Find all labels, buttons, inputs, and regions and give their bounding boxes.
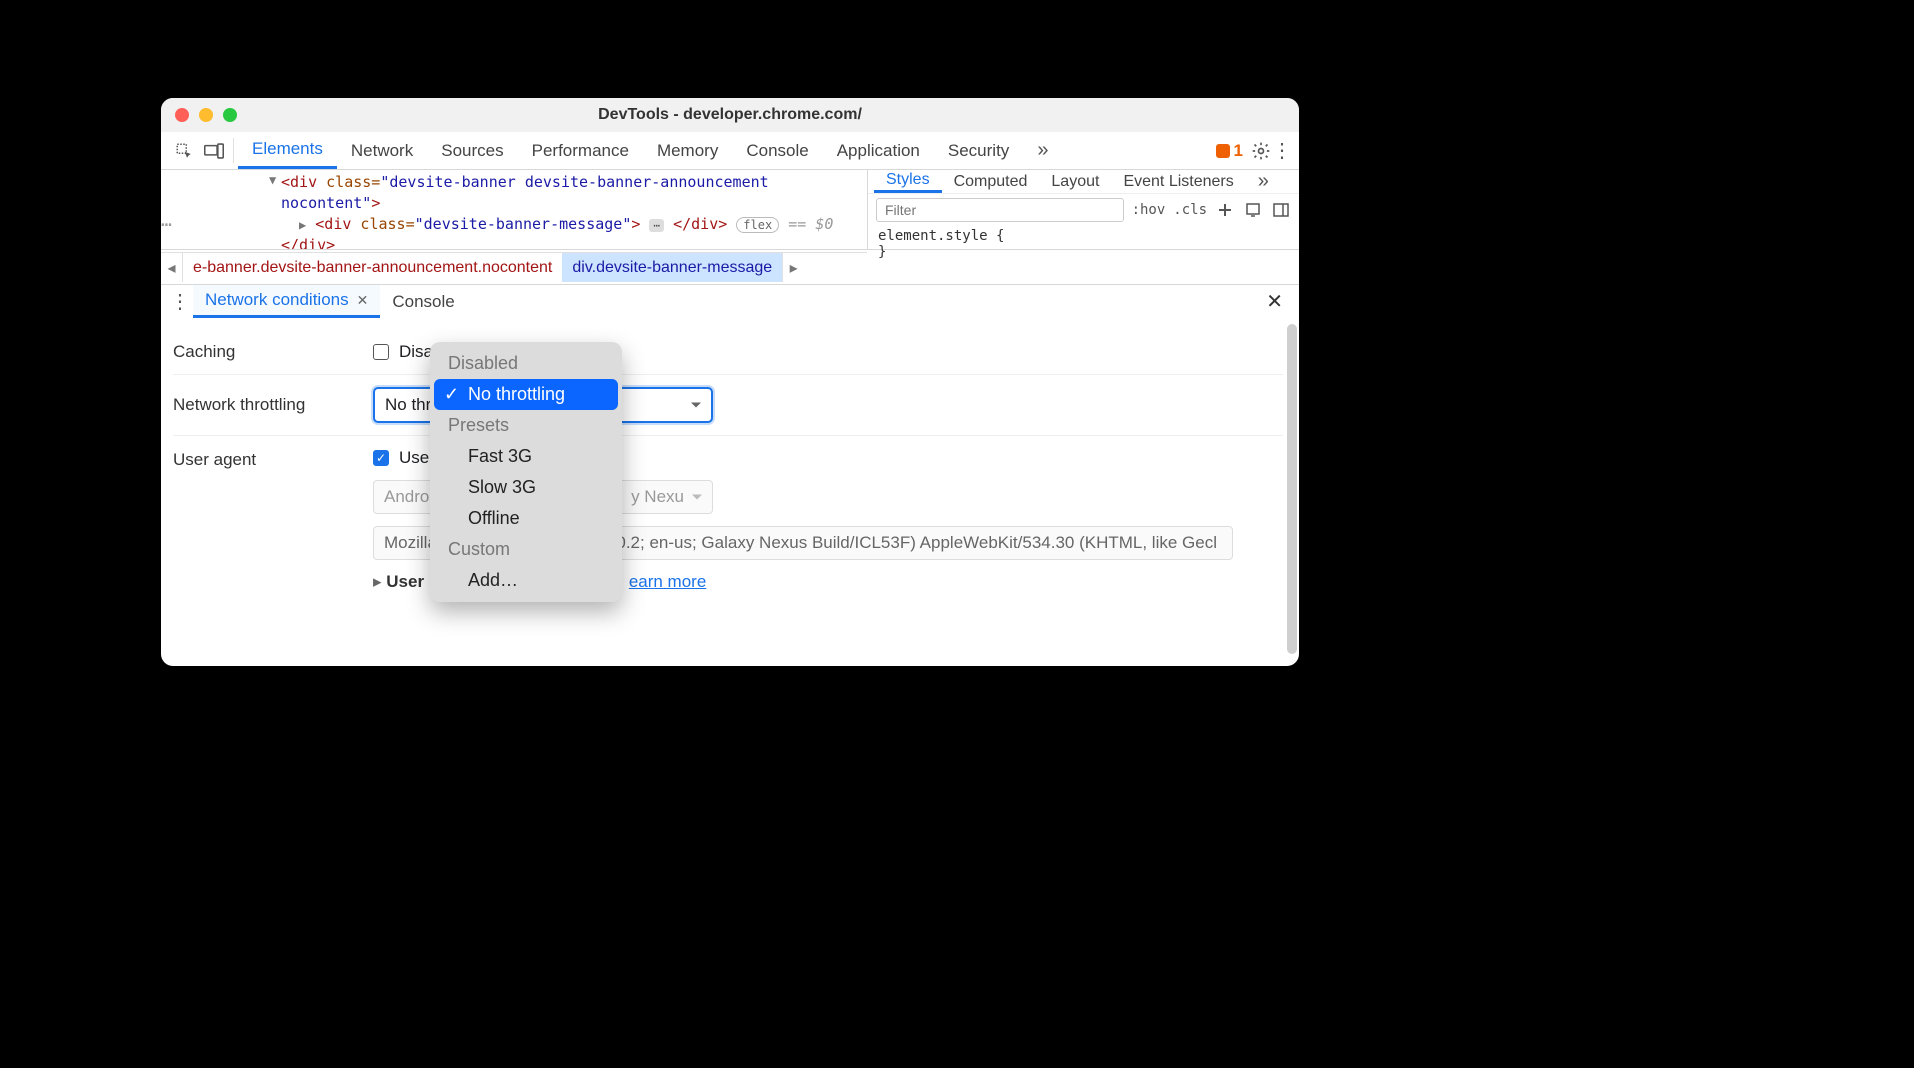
dom-text: class= — [351, 215, 414, 233]
drawer-tabs: ⋮ Network conditions ✕ Console ✕ — [161, 284, 1299, 318]
dom-gutter-ellipsis: … — [161, 208, 181, 233]
styles-more-tabs-icon[interactable] — [1246, 170, 1281, 193]
dom-text: > — [631, 215, 640, 233]
dropdown-header-disabled: Disabled — [430, 348, 622, 379]
drawer-close-icon[interactable]: ✕ — [1256, 285, 1293, 318]
drawer-tab-console[interactable]: Console — [380, 285, 466, 318]
tab-performance[interactable]: Performance — [518, 132, 643, 169]
dropdown-item-fast-3g[interactable]: Fast 3G — [430, 441, 622, 472]
cls-toggle[interactable]: .cls — [1173, 202, 1207, 218]
caching-label: Caching — [173, 342, 373, 362]
dom-text: "devsite-banner-message" — [415, 215, 632, 233]
styles-panel: Styles Computed Layout Event Listeners :… — [867, 170, 1299, 249]
ua-preset-text: y Nexu — [631, 487, 684, 507]
dropdown-header-presets: Presets — [430, 410, 622, 441]
dom-text: > — [371, 194, 380, 212]
main-toolbar: Elements Network Sources Performance Mem… — [161, 132, 1299, 170]
more-menu-icon[interactable]: ⋮ — [1273, 132, 1291, 169]
dom-tree[interactable]: ▼ … <div class="devsite-banner devsite-b… — [161, 170, 867, 249]
device-toggle-icon[interactable] — [199, 132, 229, 169]
breadcrumb-left-arrow-icon[interactable]: ◂ — [161, 253, 183, 282]
tab-memory[interactable]: Memory — [643, 132, 732, 169]
styles-rule[interactable]: element.style { — [878, 228, 1289, 244]
devtools-window: DevTools - developer.chrome.com/ Element… — [161, 98, 1299, 666]
use-browser-default-checkbox[interactable]: ✓ — [373, 450, 389, 466]
styles-tab-events[interactable]: Event Listeners — [1111, 170, 1245, 193]
styles-filter-input[interactable] — [876, 198, 1124, 222]
tab-elements[interactable]: Elements — [238, 132, 337, 169]
ua-string-text: Mozilla — [384, 533, 437, 552]
styles-tab-computed[interactable]: Computed — [942, 170, 1040, 193]
styles-tab-layout[interactable]: Layout — [1039, 170, 1111, 193]
settings-gear-icon[interactable] — [1249, 132, 1273, 169]
dom-text: < — [315, 215, 324, 233]
dom-text: </div> — [281, 235, 859, 249]
new-style-rule-icon[interactable] — [1215, 202, 1235, 218]
main-content: ▼ … <div class="devsite-banner devsite-b… — [161, 170, 1299, 250]
throttling-label: Network throttling — [173, 395, 373, 415]
dropdown-item-offline[interactable]: Offline — [430, 503, 622, 534]
eq-dollar0: == $0 — [788, 215, 833, 233]
inspect-element-icon[interactable] — [169, 132, 199, 169]
dropdown-header-custom: Custom — [430, 534, 622, 565]
device-mode-icon[interactable] — [1243, 202, 1263, 218]
user-agent-label: User agent — [173, 448, 373, 470]
tab-application[interactable]: Application — [823, 132, 934, 169]
drawer-menu-icon[interactable]: ⋮ — [167, 285, 193, 318]
user-agent-client-hints-disclosure[interactable]: User — [373, 572, 424, 591]
toggle-panel-icon[interactable] — [1271, 202, 1291, 218]
breadcrumb-item[interactable]: e-banner.devsite-banner-announcement.noc… — [183, 253, 562, 282]
panel-tabs: Elements Network Sources Performance Mem… — [238, 132, 1062, 169]
learn-more-link[interactable]: earn more — [629, 572, 706, 591]
tab-console[interactable]: Console — [732, 132, 822, 169]
drawer-tab-network-conditions[interactable]: Network conditions ✕ — [193, 285, 380, 318]
flex-badge[interactable]: flex — [736, 217, 779, 233]
dom-breadcrumb: ◂ e-banner.devsite-banner-announcement.n… — [161, 252, 867, 282]
tab-security[interactable]: Security — [934, 132, 1023, 169]
hov-toggle[interactable]: :hov — [1132, 202, 1166, 218]
dom-text: class= — [317, 173, 380, 191]
drawer-tab-label: Network conditions — [205, 290, 349, 310]
dom-text: div — [290, 173, 317, 191]
close-tab-icon[interactable]: ✕ — [357, 292, 369, 309]
tab-network[interactable]: Network — [337, 132, 427, 169]
network-conditions-form: Caching Disa Network throttling No thro … — [161, 318, 1285, 624]
throttling-dropdown: Disabled No throttling Presets Fast 3G S… — [430, 342, 622, 602]
breadcrumb-item-selected[interactable]: div.devsite-banner-message — [562, 253, 782, 282]
use-browser-default-label: Use — [399, 448, 429, 468]
styles-tab-styles[interactable]: Styles — [874, 170, 942, 193]
issues-button[interactable]: 1 — [1210, 132, 1249, 169]
dom-text: </div> — [673, 215, 727, 233]
styles-rule[interactable]: } — [878, 244, 1289, 260]
dropdown-item-no-throttling[interactable]: No throttling — [434, 379, 618, 410]
dropdown-item-slow-3g[interactable]: Slow 3G — [430, 472, 622, 503]
dom-ellipsis-pill[interactable]: ⋯ — [649, 219, 664, 232]
dom-text: div — [324, 215, 351, 233]
window-titlebar: DevTools - developer.chrome.com/ — [161, 98, 1299, 132]
issues-icon — [1216, 144, 1230, 158]
dom-text: < — [281, 173, 290, 191]
disable-cache-checkbox[interactable] — [373, 344, 389, 360]
tab-sources[interactable]: Sources — [427, 132, 517, 169]
ua-string-text: .0.2; en-us; Galaxy Nexus Build/ICL53F) … — [612, 533, 1217, 552]
disable-cache-label: Disa — [399, 342, 433, 362]
styles-tabs: Styles Computed Layout Event Listeners — [868, 170, 1299, 194]
window-title: DevTools - developer.chrome.com/ — [161, 106, 1299, 124]
issues-count: 1 — [1234, 141, 1243, 161]
drawer-scrollbar[interactable] — [1287, 324, 1297, 654]
breadcrumb-right-arrow-icon[interactable]: ▸ — [782, 253, 804, 282]
more-tabs-icon[interactable] — [1023, 132, 1062, 169]
dropdown-item-add[interactable]: Add… — [430, 565, 622, 596]
